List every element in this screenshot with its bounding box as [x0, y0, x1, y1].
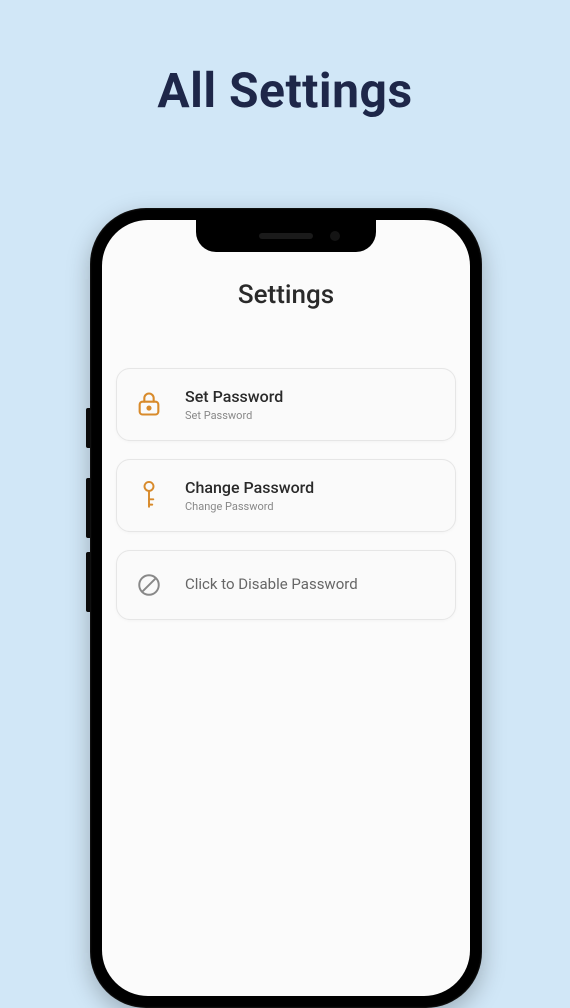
change-password-card[interactable]: Change Password Change Password — [116, 459, 456, 532]
set-password-subtitle: Set Password — [185, 409, 439, 422]
phone-mockup: Settings Set Password Set Password — [90, 208, 482, 1008]
key-icon — [133, 479, 165, 511]
set-password-card[interactable]: Set Password Set Password — [116, 368, 456, 441]
lock-icon — [133, 388, 165, 420]
set-password-title: Set Password — [185, 387, 439, 408]
disable-icon — [133, 569, 165, 601]
app-title: Settings — [116, 280, 456, 310]
phone-notch — [196, 220, 376, 252]
change-password-subtitle: Change Password — [185, 500, 439, 513]
change-password-title: Change Password — [185, 478, 439, 499]
phone-screen: Settings Set Password Set Password — [102, 220, 470, 996]
disable-password-card[interactable]: Click to Disable Password — [116, 550, 456, 620]
disable-password-title: Click to Disable Password — [185, 575, 439, 595]
page-title: All Settings — [0, 0, 570, 119]
